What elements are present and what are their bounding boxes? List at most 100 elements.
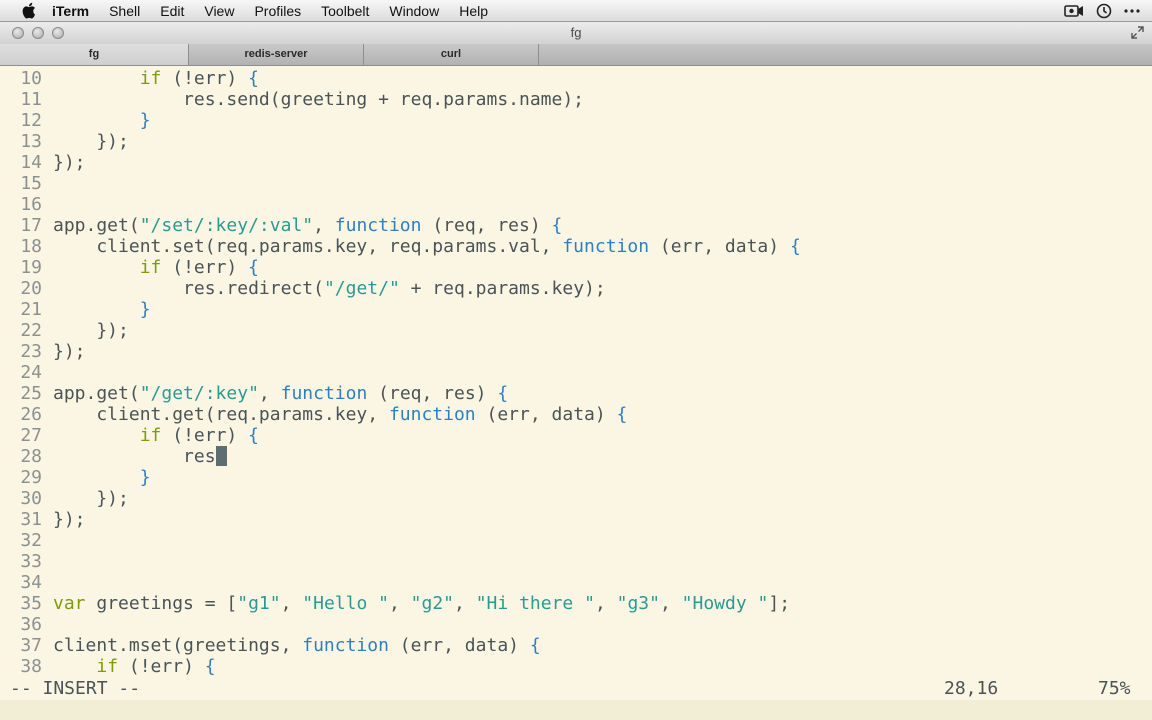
tab-redis-server[interactable]: redis-server bbox=[189, 44, 364, 65]
tab-fg[interactable]: fg bbox=[0, 44, 189, 65]
code-line: 13 }); bbox=[0, 131, 129, 152]
code-token: if bbox=[139, 68, 162, 89]
code-line: 32 bbox=[0, 530, 53, 551]
code-token: }); bbox=[53, 341, 86, 362]
code-line: 16 bbox=[0, 194, 53, 215]
code-token: "Hi there " bbox=[475, 593, 595, 614]
code-token: (!err) bbox=[118, 656, 205, 677]
code-line: 28 res bbox=[0, 446, 227, 467]
code-token: app.get( bbox=[53, 215, 140, 236]
fullscreen-icon[interactable] bbox=[1131, 26, 1144, 44]
tab-curl[interactable]: curl bbox=[364, 44, 539, 65]
line-number: 22 bbox=[20, 320, 42, 341]
code-token: function bbox=[280, 383, 368, 404]
code-token: "Howdy " bbox=[681, 593, 769, 614]
code-token: app.get( bbox=[53, 383, 140, 404]
tab-bar-empty bbox=[539, 44, 1152, 65]
code-token: (req, res) bbox=[367, 383, 498, 404]
menu-iterm[interactable]: iTerm bbox=[52, 0, 89, 22]
line-number: 35 bbox=[20, 593, 42, 614]
code-token: "Hello " bbox=[302, 593, 389, 614]
code-token: }); bbox=[53, 131, 129, 152]
code-line: 12 } bbox=[0, 110, 150, 131]
menu-help[interactable]: Help bbox=[459, 0, 488, 22]
code-token: , bbox=[454, 593, 476, 614]
apple-icon[interactable] bbox=[18, 0, 38, 22]
code-token: (!err) bbox=[161, 425, 249, 446]
code-token: } bbox=[139, 299, 151, 320]
line-number: 38 bbox=[20, 656, 42, 677]
menu-edit[interactable]: Edit bbox=[160, 0, 184, 22]
code-token: if bbox=[139, 257, 162, 278]
line-number: 11 bbox=[20, 89, 42, 110]
code-token: }); bbox=[53, 488, 129, 509]
code-token: "/get/:key" bbox=[139, 383, 259, 404]
tab-bar: fg redis-server curl bbox=[0, 44, 1152, 66]
line-number: 12 bbox=[20, 110, 42, 131]
vim-status-line: -- INSERT -- 28,16 75% bbox=[0, 678, 1152, 700]
code-token: { bbox=[248, 68, 259, 89]
code-token: }); bbox=[53, 320, 129, 341]
line-number: 33 bbox=[20, 551, 42, 572]
code-token: var bbox=[53, 593, 86, 614]
code-token: "g2" bbox=[410, 593, 455, 614]
code-line: 26 client.get(req.params.key, function (… bbox=[0, 404, 627, 425]
code-token: if bbox=[96, 656, 119, 677]
line-number: 24 bbox=[20, 362, 42, 383]
line-number: 14 bbox=[20, 152, 42, 173]
code-line: 25 app.get("/get/:key", function (req, re… bbox=[0, 383, 508, 404]
window-titlebar: fg bbox=[0, 22, 1152, 44]
code-token: { bbox=[248, 425, 259, 446]
code-line: 11 res.send(greeting + req.params.name); bbox=[0, 89, 584, 110]
menu-bar: iTerm Shell Edit View Profiles Toolbelt … bbox=[0, 0, 1152, 22]
code-line: 29 } bbox=[0, 467, 150, 488]
clock-icon[interactable] bbox=[1096, 3, 1112, 19]
line-number: 27 bbox=[20, 425, 42, 446]
menu-shell[interactable]: Shell bbox=[109, 0, 140, 22]
code-token: greetings = [ bbox=[85, 593, 238, 614]
vim-editor[interactable]: 10 if (!err) {11 res.send(greeting + req… bbox=[0, 66, 1152, 678]
code-token: }); bbox=[53, 509, 86, 530]
code-token: { bbox=[529, 635, 541, 656]
code-token: "/get/" bbox=[323, 278, 400, 299]
menu-toolbelt[interactable]: Toolbelt bbox=[321, 0, 369, 22]
code-token: , bbox=[388, 593, 411, 614]
menu-profiles[interactable]: Profiles bbox=[254, 0, 301, 22]
code-line: 20 res.redirect("/get/" + req.params.key… bbox=[0, 278, 606, 299]
code-line: 10 if (!err) { bbox=[0, 68, 259, 89]
scroll-percent: 75% bbox=[1098, 678, 1131, 699]
code-token: (req, res) bbox=[421, 215, 552, 236]
line-number: 18 bbox=[20, 236, 42, 257]
menu-view[interactable]: View bbox=[204, 0, 234, 22]
code-token: if bbox=[139, 425, 162, 446]
code-token: , bbox=[313, 215, 335, 236]
code-token: (!err) bbox=[161, 68, 249, 89]
line-number: 17 bbox=[20, 215, 42, 236]
code-line: 33 bbox=[0, 551, 53, 572]
code-token: function bbox=[562, 236, 650, 257]
code-token: (!err) bbox=[161, 257, 249, 278]
line-number: 32 bbox=[20, 530, 42, 551]
more-icon[interactable] bbox=[1124, 8, 1140, 14]
code-line: 15 bbox=[0, 173, 53, 194]
line-number: 16 bbox=[20, 194, 42, 215]
line-number: 36 bbox=[20, 614, 42, 635]
code-token: client.mset(greetings, bbox=[53, 635, 303, 656]
camera-icon[interactable] bbox=[1064, 4, 1084, 18]
line-number: 34 bbox=[20, 572, 42, 593]
code-line: 31}); bbox=[0, 509, 86, 530]
code-token: client.set(req.params.key, req.params.va… bbox=[53, 236, 563, 257]
code-token: + req.params.key); bbox=[399, 278, 606, 299]
line-number: 21 bbox=[20, 299, 42, 320]
code-line: 24 bbox=[0, 362, 53, 383]
code-token: { bbox=[789, 236, 801, 257]
code-line: 19 if (!err) { bbox=[0, 257, 259, 278]
code-line: 34 bbox=[0, 572, 53, 593]
code-line: 17 app.get("/set/:key/:val", function (re… bbox=[0, 215, 562, 236]
code-token: { bbox=[616, 404, 628, 425]
menu-window[interactable]: Window bbox=[389, 0, 439, 22]
